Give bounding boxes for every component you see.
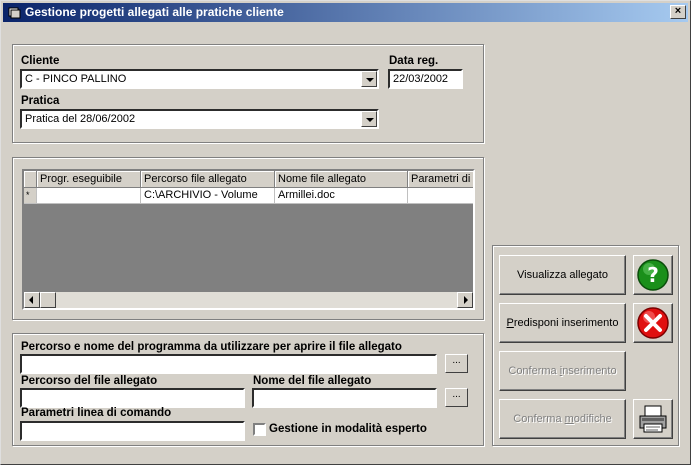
pratica-value: Pratica del 28/06/2002 [25, 113, 136, 125]
grid-header: Progr. eseguibile Percorso file allegato… [24, 171, 473, 188]
data-reg-value: 22/03/2002 [393, 73, 449, 85]
browse-program-button[interactable]: ... [445, 354, 468, 373]
cell-nome[interactable]: Armillei.doc [275, 188, 408, 204]
app-icon [8, 7, 21, 19]
programma-label: Percorso e nome del programma da utilizz… [21, 341, 402, 353]
column-header[interactable]: Parametri di a [408, 171, 473, 188]
esperto-checkbox[interactable] [253, 423, 266, 436]
scroll-thumb[interactable] [40, 292, 56, 308]
column-header[interactable]: Percorso file allegato [141, 171, 275, 188]
visualizza-button[interactable]: Visualizza allegato [499, 255, 626, 295]
window-title: Gestione progetti allegati alle pratiche… [25, 5, 284, 19]
predisponi-label: Predisponi inserimento [506, 317, 619, 329]
percorso-field[interactable] [20, 388, 245, 408]
percorso-label: Percorso del file allegato [21, 375, 158, 387]
nome-field[interactable] [252, 388, 437, 408]
scroll-right-icon[interactable] [457, 292, 473, 308]
cancel-icon [637, 307, 669, 339]
chevron-down-icon[interactable] [361, 71, 377, 87]
data-reg-label: Data reg. [389, 55, 439, 67]
conferma-modifiche-label: Conferma modifiche [513, 413, 612, 425]
cell-percorso[interactable]: C:\ARCHIVIO - Volume [141, 188, 275, 204]
printer-icon [639, 405, 667, 433]
pratica-label: Pratica [21, 95, 60, 107]
close-button[interactable]: × [670, 5, 686, 19]
visualizza-label: Visualizza allegato [517, 269, 608, 281]
dialog-window: Gestione progetti allegati alle pratiche… [0, 0, 691, 465]
predisponi-button[interactable]: Predisponi inserimento [499, 303, 626, 343]
cliente-select[interactable]: C - PINCO PALLINO [20, 69, 379, 89]
conferma-inserimento-label: Conferma inserimento [508, 365, 617, 377]
conferma-modifiche-button[interactable]: Conferma modifiche [499, 399, 626, 439]
conferma-inserimento-button[interactable]: Conferma inserimento [499, 351, 626, 391]
cliente-value: C - PINCO PALLINO [25, 73, 127, 85]
browse-file-button[interactable]: ... [445, 388, 468, 407]
cell-parametri[interactable] [408, 188, 473, 204]
data-reg-field[interactable]: 22/03/2002 [388, 69, 463, 89]
parametri-label: Parametri linea di comando [21, 407, 172, 419]
esperto-label: Gestione in modalità esperto [269, 423, 427, 435]
close-icon: × [674, 5, 682, 17]
pratica-select[interactable]: Pratica del 28/06/2002 [20, 109, 379, 129]
title-bar: Gestione progetti allegati alle pratiche… [3, 3, 688, 22]
chevron-down-icon[interactable] [361, 111, 377, 127]
new-row-marker: * [24, 188, 37, 204]
svg-text:?: ? [647, 263, 659, 287]
attachments-grid[interactable]: Progr. eseguibile Percorso file allegato… [22, 169, 475, 310]
cancel-button[interactable] [633, 303, 673, 343]
cliente-label: Cliente [21, 55, 60, 67]
nome-label: Nome del file allegato [253, 375, 372, 387]
help-button[interactable]: ? [633, 255, 673, 295]
help-icon: ? [637, 259, 669, 291]
row-selector-header [24, 171, 37, 188]
print-button[interactable] [633, 399, 673, 439]
parametri-field[interactable] [20, 421, 245, 441]
column-header[interactable]: Progr. eseguibile [37, 171, 141, 188]
column-header[interactable]: Nome file allegato [275, 171, 408, 188]
programma-field[interactable] [20, 354, 437, 374]
horizontal-scrollbar[interactable] [24, 292, 473, 308]
cell-progr[interactable] [37, 188, 141, 204]
scroll-left-icon[interactable] [24, 292, 40, 308]
table-row[interactable]: * C:\ARCHIVIO - Volume Armillei.doc [24, 188, 473, 204]
